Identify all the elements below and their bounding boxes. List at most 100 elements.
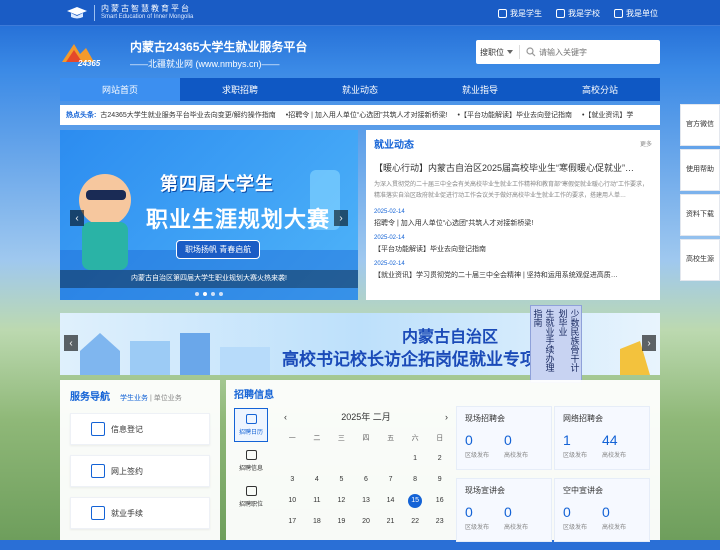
- stat-value: 0: [504, 504, 512, 520]
- calendar-day[interactable]: 12: [329, 490, 354, 511]
- service-card-contract[interactable]: 网上签约: [70, 455, 210, 487]
- promo-next-button[interactable]: ›: [642, 335, 656, 351]
- calendar-day[interactable]: 2: [427, 448, 452, 469]
- calendar-day[interactable]: 20: [354, 511, 379, 532]
- calendar-weekday: 三: [337, 434, 345, 442]
- news-title: 就业动态: [374, 140, 414, 151]
- stat-label: 高校发布: [504, 525, 529, 531]
- search-input[interactable]: [539, 47, 659, 57]
- calendar-day[interactable]: 18: [305, 511, 330, 532]
- floating-notice[interactable]: 少数民族骨干计划毕业 生就业手续办理指南: [530, 305, 582, 383]
- tab-employer-business[interactable]: 单位业务: [154, 395, 182, 402]
- stat-card[interactable]: 现场招聘会 0 区级发布 0 高校发布: [456, 406, 552, 470]
- student-link[interactable]: 我是学生: [498, 8, 542, 19]
- carousel-dots: [60, 292, 358, 296]
- stat-card-title: 现场宣讲会: [465, 486, 505, 495]
- stat-value: 0: [504, 432, 512, 448]
- ticker-item[interactable]: •【平台功能解读】毕业去向登记指南: [458, 110, 572, 120]
- ticker-item[interactable]: •招聘令 | 加入用人单位“心选团”共筑人才对接新桥梁!: [286, 110, 448, 120]
- hero-caption[interactable]: 内蒙古自治区第四届大学生职业规划大赛火热来袭!: [60, 270, 358, 288]
- ticker-item[interactable]: •【就业资讯】学: [582, 110, 633, 120]
- news-item[interactable]: 2025-02-14 招聘令 | 加入用人单位“心选团”共筑人才对接新桥梁!: [374, 209, 652, 228]
- carousel-dot[interactable]: [195, 292, 199, 296]
- ticker-item[interactable]: 古24365大学生就业服务平台毕业去向变更/解约操作指南: [100, 110, 275, 120]
- nav-home[interactable]: 网站首页: [60, 78, 180, 101]
- tab-label: 招聘信息: [238, 466, 263, 472]
- side-download-button[interactable]: 资料下载: [680, 194, 720, 236]
- calendar-day[interactable]: 19: [329, 511, 354, 532]
- nav-news[interactable]: 就业动态: [300, 78, 420, 101]
- calendar-empty-cell: [378, 448, 403, 469]
- promo-prev-button[interactable]: ‹: [64, 335, 78, 351]
- stat-label: 高校发布: [602, 525, 627, 531]
- news-lead[interactable]: 【暖心行动】内蒙古自治区2025届高校毕业生“寒假暖心促就业”…: [374, 161, 652, 174]
- carousel-prev-button[interactable]: ‹: [70, 210, 84, 226]
- calendar-day[interactable]: 9: [427, 469, 452, 490]
- side-help-button[interactable]: 使用帮助: [680, 149, 720, 191]
- calendar-day[interactable]: 16: [427, 490, 452, 511]
- carousel-next-button[interactable]: ›: [334, 210, 348, 226]
- news-item[interactable]: 2025-02-14 【就业资讯】学习贯彻党的二十届三中全会精神 | 坚持和运用…: [374, 261, 652, 280]
- logo-subtitle: Smart Education of Inner Mongolia: [101, 14, 194, 20]
- calendar-day[interactable]: 13: [354, 490, 379, 511]
- company-link-label: 我是单位: [626, 9, 658, 18]
- news-summary: 为深入贯彻党的二十届三中全会有关高校毕业生就业工作精神和教育部“寒假促就业暖心行…: [374, 182, 648, 199]
- calendar-month: 2025年 二月: [341, 412, 391, 422]
- info-icon: [245, 450, 257, 460]
- nav-campus-sites[interactable]: 高校分站: [540, 78, 660, 101]
- tab-label: 招聘日历: [238, 430, 263, 436]
- calendar-day[interactable]: 6: [354, 469, 379, 490]
- calendar-day[interactable]: 5: [329, 469, 354, 490]
- calendar-day[interactable]: 21: [378, 511, 403, 532]
- search-icon[interactable]: [526, 47, 536, 57]
- calendar-day[interactable]: 3: [280, 469, 305, 490]
- hero-carousel[interactable]: 第四届大学生 职业生涯规划大赛 职场扬帆 青春启航 ‹ › 内蒙古自治区第四届大…: [60, 130, 358, 300]
- company-link[interactable]: 我是单位: [614, 8, 658, 19]
- stat-value: 44: [602, 432, 618, 448]
- site-brand[interactable]: 24365 内蒙古24365大学生就业服务平台 ——北疆就业网 (www.nmb…: [60, 38, 307, 70]
- calendar-day[interactable]: 11: [305, 490, 330, 511]
- carousel-dot[interactable]: [211, 292, 215, 296]
- tab-student-business[interactable]: 学生业务: [120, 395, 148, 402]
- calendar-day[interactable]: 4: [305, 469, 330, 490]
- carousel-dot[interactable]: [203, 292, 207, 296]
- calendar-day[interactable]: 17: [280, 511, 305, 532]
- hero-headline-1: 第四届大学生: [160, 174, 274, 194]
- search-scope-select[interactable]: 搜职位: [476, 45, 520, 59]
- side-students-button[interactable]: 高校生源: [680, 239, 720, 281]
- stat-card-title: 空中宣讲会: [563, 486, 603, 495]
- news-date: 2025-02-14: [374, 209, 405, 215]
- calendar-day[interactable]: 22: [403, 511, 428, 532]
- calendar-day[interactable]: 10: [280, 490, 305, 511]
- calendar-day[interactable]: 14: [378, 490, 403, 511]
- nav-jobs[interactable]: 求职招聘: [180, 78, 300, 101]
- calendar-day[interactable]: 8: [403, 469, 428, 490]
- tab-recruit-info[interactable]: 招聘信息: [234, 444, 268, 478]
- service-card-registration[interactable]: 信息登记: [70, 413, 210, 445]
- side-toolbar: 官方微信 使用帮助 资料下载 高校生源: [680, 104, 720, 284]
- search-box: 搜职位: [476, 40, 660, 64]
- news-item[interactable]: 2025-02-14 【平台功能解读】毕业去向登记指南: [374, 235, 652, 254]
- recruitment-title: 招聘信息: [234, 390, 274, 401]
- platform-logo[interactable]: 内蒙古智慧教育平台 Smart Education of Inner Mongo…: [66, 4, 193, 21]
- role-links: 我是学生 我是学校 我是单位: [498, 8, 658, 19]
- tab-recruit-calendar[interactable]: 招聘日历: [234, 408, 268, 442]
- stat-card[interactable]: 网络招聘会 1 区级发布 44 高校发布: [554, 406, 650, 470]
- service-card-procedure[interactable]: 就业手续: [70, 497, 210, 529]
- carousel-dot[interactable]: [219, 292, 223, 296]
- graduation-cap-icon: [67, 6, 87, 18]
- news-more-link[interactable]: 更多: [640, 139, 652, 148]
- school-link-label: 我是学校: [568, 9, 600, 18]
- calendar-day[interactable]: 23: [427, 511, 452, 532]
- calendar-prev-icon[interactable]: ‹: [284, 412, 287, 422]
- calendar-day[interactable]: 1: [403, 448, 428, 469]
- calendar-day[interactable]: 7: [378, 469, 403, 490]
- calendar-next-icon[interactable]: ›: [445, 412, 448, 422]
- calendar-day-today[interactable]: 15: [403, 490, 428, 511]
- tab-recruit-positions[interactable]: 招聘职位: [234, 480, 268, 514]
- nav-guidance[interactable]: 就业指导: [420, 78, 540, 101]
- stat-card[interactable]: 现场宣讲会 0 区级发布 0 高校发布: [456, 478, 552, 542]
- stat-card[interactable]: 空中宣讲会 0 区级发布 0 高校发布: [554, 478, 650, 542]
- side-wechat-button[interactable]: 官方微信: [680, 104, 720, 146]
- school-link[interactable]: 我是学校: [556, 8, 600, 19]
